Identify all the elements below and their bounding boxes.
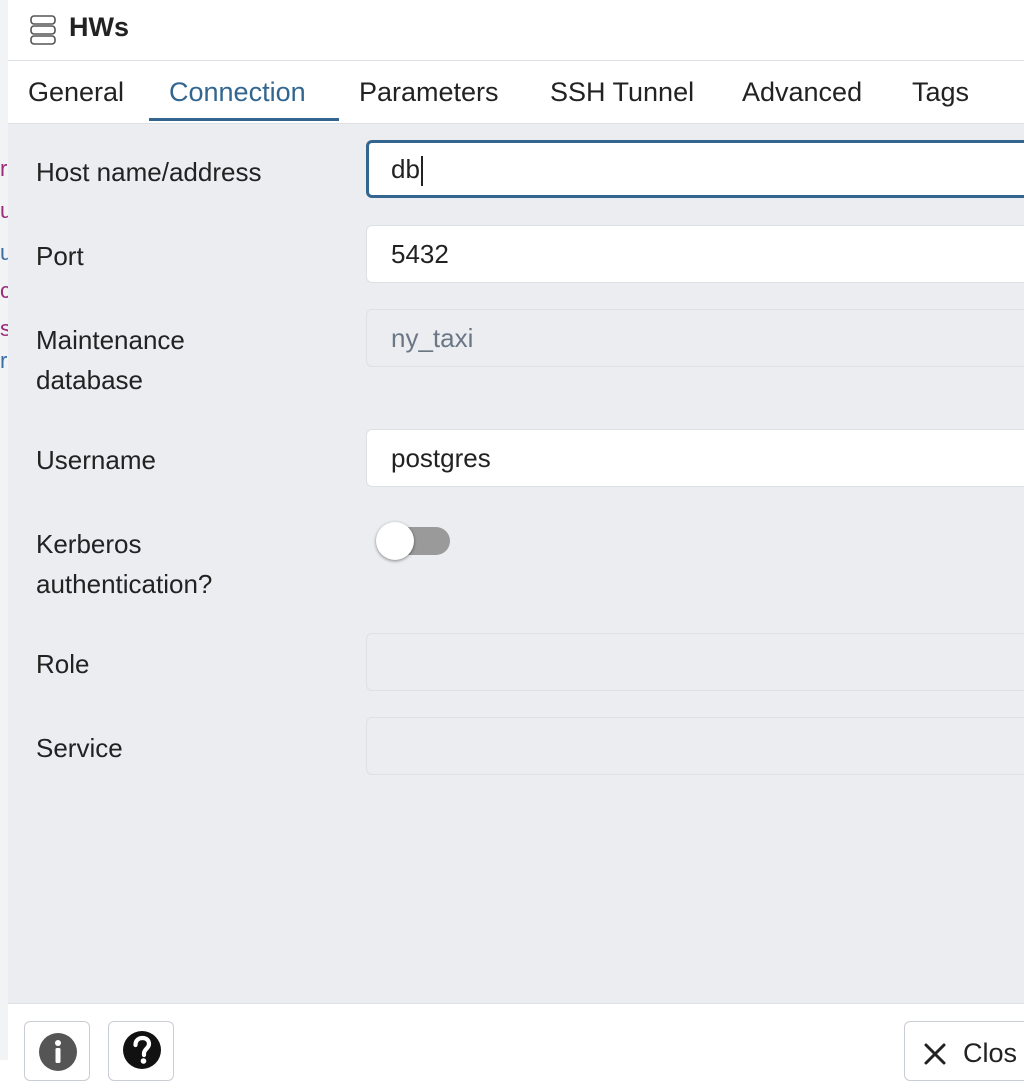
- tab-parameters[interactable]: Parameters: [359, 61, 499, 120]
- info-button[interactable]: [24, 1021, 90, 1081]
- port-input[interactable]: 5432: [366, 225, 1024, 283]
- dialog-title: HWs: [69, 12, 129, 42]
- text-caret: [420, 156, 423, 187]
- maintenance-db-input[interactable]: ny_taxi: [366, 309, 1024, 367]
- kerberos-label: Kerberos authentication?: [36, 524, 212, 604]
- host-value: db: [391, 154, 420, 184]
- bg-code-fragment: r: [0, 350, 8, 372]
- active-tab-indicator: [149, 118, 339, 121]
- username-label: Username: [36, 445, 156, 475]
- maintenance-db-label: Maintenance database: [36, 320, 185, 400]
- toggle-knob: [376, 522, 414, 560]
- maintenance-db-label-line2: database: [36, 365, 143, 395]
- host-label: Host name/address: [36, 157, 262, 187]
- bg-code-fragment: u: [0, 242, 8, 264]
- tab-bar: General Connection Parameters SSH Tunnel…: [8, 61, 1024, 124]
- service-label: Service: [36, 733, 123, 763]
- server-icon: [30, 15, 56, 45]
- tab-general[interactable]: General: [28, 61, 124, 120]
- info-icon: [39, 1033, 77, 1071]
- kerberos-label-line1: Kerberos: [36, 529, 142, 559]
- service-input[interactable]: [366, 717, 1024, 775]
- maintenance-db-label-line1: Maintenance: [36, 325, 185, 355]
- help-button[interactable]: [108, 1021, 174, 1081]
- role-label: Role: [36, 649, 90, 679]
- host-input[interactable]: db: [366, 140, 1024, 198]
- tab-tags[interactable]: Tags: [912, 61, 969, 120]
- kerberos-label-line2: authentication?: [36, 569, 213, 599]
- bg-code-fragment: u: [0, 200, 8, 222]
- username-input[interactable]: postgres: [366, 429, 1024, 487]
- help-icon: [123, 1031, 161, 1069]
- close-button-label: Clos: [963, 1038, 1018, 1068]
- close-button[interactable]: Clos: [904, 1021, 1024, 1081]
- tab-connection[interactable]: Connection: [169, 61, 306, 120]
- port-label: Port: [36, 241, 84, 271]
- tab-advanced[interactable]: Advanced: [742, 61, 862, 120]
- server-properties-dialog: HWs General Connection Parameters SSH Tu…: [8, 0, 1024, 1081]
- dialog-footer: Clos: [8, 1003, 1024, 1081]
- kerberos-toggle[interactable]: [376, 522, 452, 560]
- bg-code-fragment: c: [0, 280, 8, 302]
- bg-code-fragment: r: [0, 158, 8, 180]
- tab-ssh-tunnel[interactable]: SSH Tunnel: [550, 61, 694, 120]
- bg-code-fragment: s: [0, 318, 8, 340]
- role-input[interactable]: [366, 633, 1024, 691]
- dialog-titlebar: HWs: [8, 0, 1024, 61]
- close-icon: [924, 1043, 946, 1065]
